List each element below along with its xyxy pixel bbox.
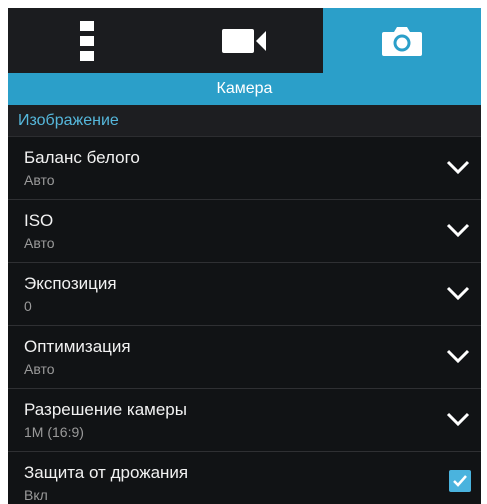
chevron-down-icon[interactable] [445, 220, 471, 240]
section-header-label: Изображение [18, 111, 119, 129]
setting-title: Баланс белого [24, 148, 140, 167]
setting-value: Авто [24, 172, 55, 188]
setting-title: Оптимизация [24, 337, 131, 356]
setting-iso[interactable]: ISO Авто [8, 200, 481, 263]
setting-title: ISO [24, 211, 54, 230]
setting-camera-resolution[interactable]: Разрешение камеры 1M (16:9) [8, 389, 481, 452]
mode-tab-bar [8, 8, 481, 73]
more-vert-icon [79, 20, 94, 61]
chevron-down-icon[interactable] [445, 409, 471, 429]
camera-settings-screen: Камера Изображение Баланс белого Авто IS… [8, 8, 481, 504]
setting-value: Авто [24, 235, 55, 251]
tab-video[interactable] [166, 8, 324, 73]
setting-anti-shake[interactable]: Защита от дрожания Вкл [8, 452, 481, 504]
section-header-image: Изображение [8, 105, 481, 137]
setting-title: Экспозиция [24, 274, 117, 293]
page-title: Камера [8, 73, 481, 105]
setting-value: 1M (16:9) [24, 424, 84, 440]
settings-list: Баланс белого Авто ISO Авто Экспозиция 0… [8, 137, 481, 504]
tab-more[interactable] [8, 8, 166, 73]
chevron-down-icon[interactable] [445, 346, 471, 366]
chevron-down-icon[interactable] [445, 157, 471, 177]
chevron-down-icon[interactable] [445, 283, 471, 303]
setting-title: Защита от дрожания [24, 463, 189, 482]
camera-icon [382, 26, 423, 56]
setting-value: Авто [24, 361, 55, 377]
setting-white-balance[interactable]: Баланс белого Авто [8, 137, 481, 200]
setting-title: Разрешение камеры [24, 400, 187, 419]
video-camera-icon [221, 28, 266, 53]
tab-camera[interactable] [323, 8, 481, 73]
setting-optimization[interactable]: Оптимизация Авто [8, 326, 481, 389]
setting-exposure[interactable]: Экспозиция 0 [8, 263, 481, 326]
setting-value: 0 [24, 298, 32, 314]
page-title-label: Камера [216, 80, 273, 97]
checkmark-icon [453, 475, 467, 487]
setting-value: Вкл [24, 487, 48, 503]
anti-shake-checkbox[interactable] [449, 470, 471, 492]
